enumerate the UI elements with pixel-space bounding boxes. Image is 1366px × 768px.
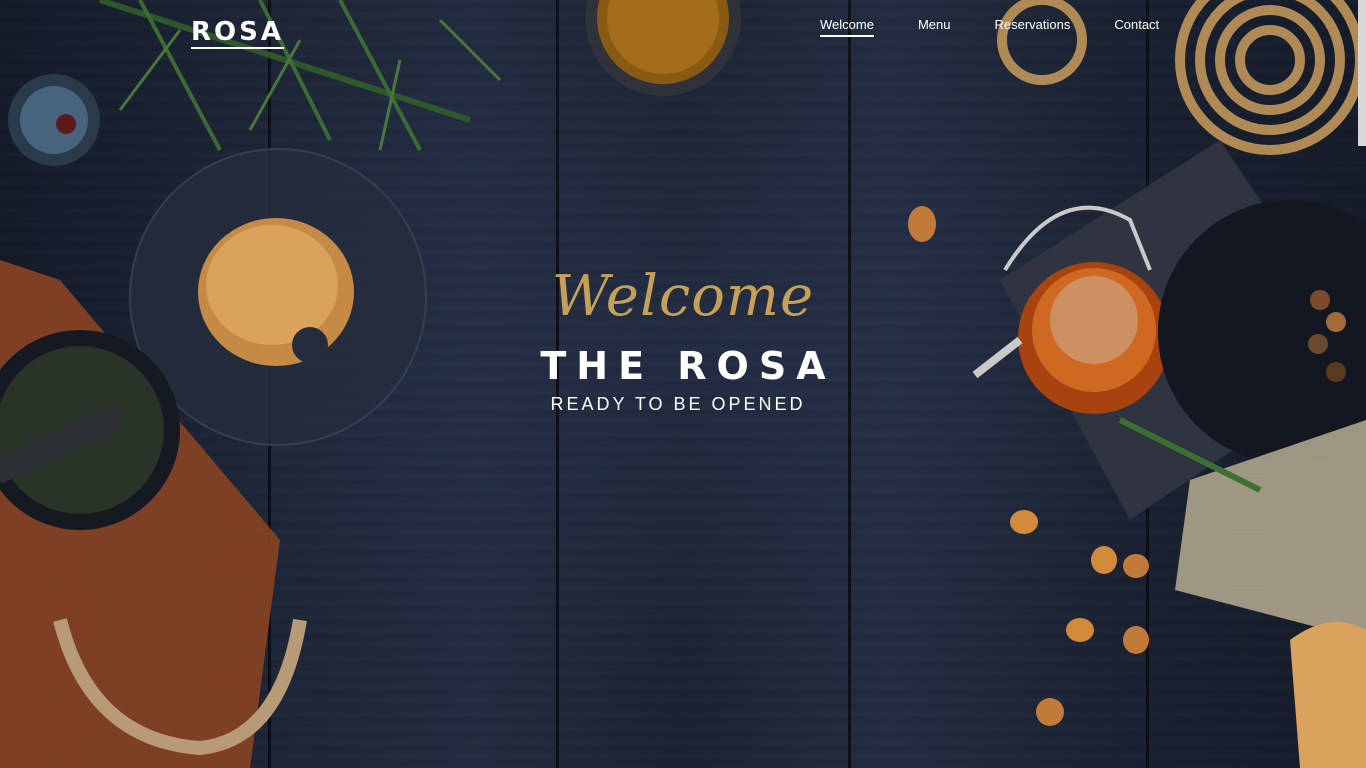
paper-icon [1175,420,1366,768]
nav-item-reservations[interactable]: Reservations [994,17,1070,37]
pine-branch-icon [99,0,502,151]
page-scrollbar[interactable] [1358,0,1366,146]
site-logo[interactable]: ROSA [191,17,284,49]
nav-item-contact[interactable]: Contact [1114,17,1159,37]
hero-title: THE ROSA [540,344,836,388]
hero-section: ROSA Welcome Menu Reservations Contact W… [0,0,1366,768]
main-nav: Welcome Menu Reservations Contact [820,17,1159,37]
hero-script-heading: Welcome [551,264,815,329]
hero-subtitle: READY TO BE OPENED [550,394,806,414]
bowl-icon [8,74,100,166]
nav-item-menu[interactable]: Menu [918,17,951,37]
nav-item-welcome[interactable]: Welcome [820,17,874,37]
glass-icon [585,0,741,96]
